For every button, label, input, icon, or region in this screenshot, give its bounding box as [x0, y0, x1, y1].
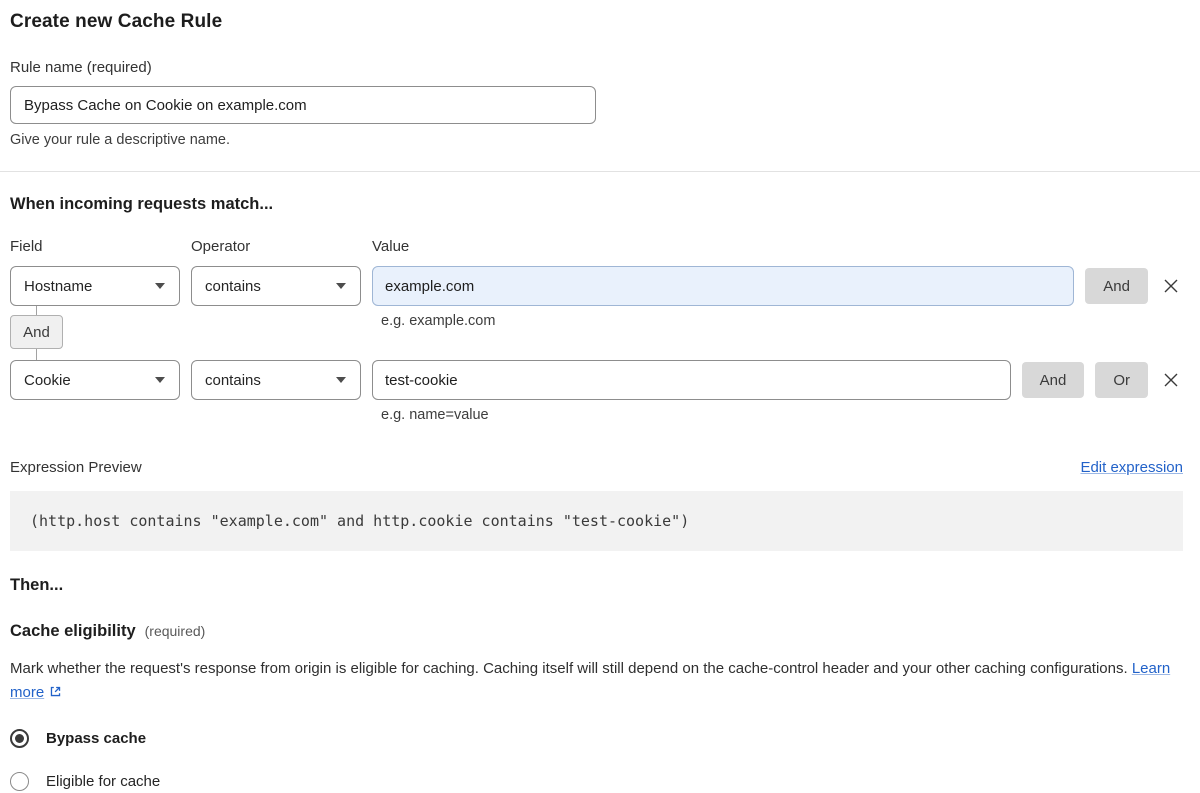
- field-select-row2-value: Cookie: [24, 371, 71, 389]
- value-helper-row1: e.g. example.com: [381, 313, 496, 329]
- field-select-row1-value: Hostname: [24, 277, 93, 295]
- radio-option-eligible-for-cache[interactable]: Eligible for cache: [10, 772, 1183, 791]
- chevron-down-icon: [336, 377, 346, 383]
- connector-and-button[interactable]: And: [10, 315, 63, 349]
- remove-condition-button-row1[interactable]: [1159, 274, 1183, 298]
- close-icon: [1164, 279, 1178, 293]
- value-helper-row2: e.g. name=value: [381, 407, 489, 423]
- expression-preview-section: Expression Preview Edit expression (http…: [10, 459, 1183, 551]
- condition-column-headers: Field Operator Value: [10, 238, 1183, 255]
- radio-selected-icon: [10, 729, 29, 748]
- then-heading: Then...: [10, 576, 64, 594]
- connector-and-label: And: [23, 323, 50, 341]
- condition-connector: And: [10, 305, 63, 360]
- condition-row-2: Cookie contains e.g. name=value And Or: [10, 360, 1183, 423]
- description-text: Mark whether the request's response from…: [10, 660, 1128, 677]
- operator-select-row2[interactable]: contains: [191, 360, 361, 400]
- value-input-row2[interactable]: [372, 360, 1011, 400]
- connector-line-bottom: [36, 349, 37, 360]
- field-select-row2[interactable]: Cookie: [10, 360, 180, 400]
- rule-name-helper: Give your rule a descriptive name.: [10, 132, 231, 148]
- cache-eligibility-description: Mark whether the request's response from…: [10, 657, 1183, 707]
- section-divider: [0, 171, 1200, 172]
- external-link-icon: [48, 683, 63, 707]
- radio-label-eligible-for-cache: Eligible for cache: [46, 773, 161, 790]
- close-icon: [1164, 373, 1178, 387]
- operator-select-row1-value: contains: [205, 277, 261, 295]
- cache-eligibility-heading-row: Cache eligibility (required): [10, 622, 1183, 641]
- radio-label-bypass-cache: Bypass cache: [46, 730, 147, 747]
- operator-select-row2-value: contains: [205, 371, 261, 389]
- rule-name-label: Rule name (required): [10, 59, 152, 76]
- operator-column-label: Operator: [191, 238, 251, 255]
- chevron-down-icon: [155, 377, 165, 383]
- match-heading: When incoming requests match...: [10, 195, 274, 213]
- operator-select-row1[interactable]: contains: [191, 266, 361, 306]
- connector-line-top: [36, 305, 37, 315]
- value-column-label: Value: [372, 238, 410, 255]
- cache-eligibility-options: Bypass cache Eligible for cache: [10, 729, 1183, 791]
- field-select-row1[interactable]: Hostname: [10, 266, 180, 306]
- add-or-condition-button-row2[interactable]: Or: [1095, 362, 1148, 398]
- cache-eligibility-heading: Cache eligibility: [10, 622, 136, 640]
- edit-expression-link[interactable]: Edit expression: [1080, 459, 1183, 476]
- create-cache-rule-form: Create new Cache Rule Rule name (require…: [0, 0, 1200, 791]
- field-column-label: Field: [10, 238, 43, 255]
- page-title: Create new Cache Rule: [10, 11, 223, 32]
- radio-option-bypass-cache[interactable]: Bypass cache: [10, 729, 1183, 748]
- add-and-condition-button-row2[interactable]: And: [1021, 362, 1085, 398]
- value-input-row1[interactable]: [372, 266, 1075, 306]
- expression-code: (http.host contains "example.com" and ht…: [30, 512, 690, 530]
- radio-unselected-icon: [10, 772, 29, 791]
- condition-row-1: Hostname contains e.g. example.com And: [10, 266, 1183, 329]
- required-note: (required): [144, 623, 206, 639]
- remove-condition-button-row2[interactable]: [1159, 368, 1183, 392]
- chevron-down-icon: [155, 283, 165, 289]
- chevron-down-icon: [336, 283, 346, 289]
- rule-name-input[interactable]: [10, 86, 596, 124]
- expression-preview-label: Expression Preview: [10, 459, 142, 476]
- expression-code-block: (http.host contains "example.com" and ht…: [10, 491, 1183, 551]
- add-and-condition-button-row1[interactable]: And: [1085, 268, 1148, 304]
